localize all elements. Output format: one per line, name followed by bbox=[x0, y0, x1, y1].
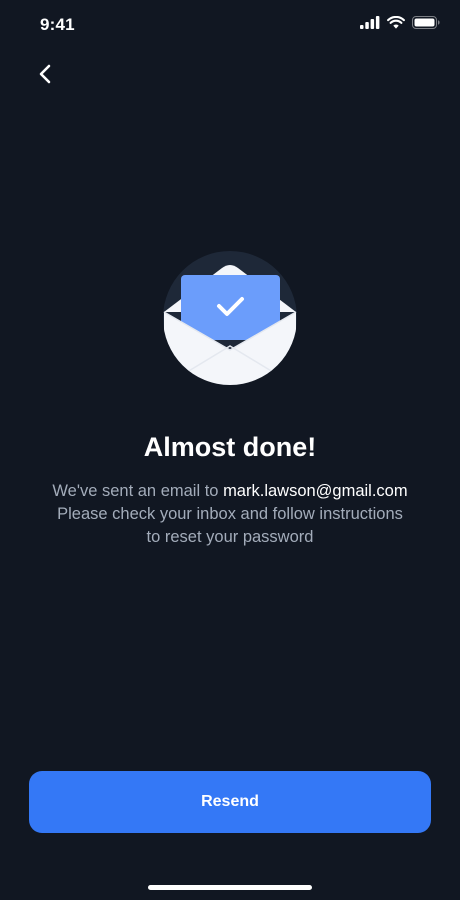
email-address: mark.lawson@gmail.com bbox=[223, 482, 408, 500]
status-bar: 9:41 bbox=[0, 0, 460, 50]
message-line-1: We've sent an email to mark.lawson@gmail… bbox=[20, 480, 440, 503]
confirmation-message: We've sent an email to mark.lawson@gmail… bbox=[20, 480, 440, 549]
message-line-3: to reset your password bbox=[146, 528, 314, 546]
cellular-signal-icon bbox=[360, 16, 380, 34]
status-time: 9:41 bbox=[40, 15, 75, 34]
battery-icon bbox=[412, 16, 440, 34]
page-title: Almost done! bbox=[143, 432, 317, 462]
status-icons bbox=[360, 15, 440, 34]
wifi-icon bbox=[387, 15, 405, 34]
message-line-2: Please check your inbox and follow instr… bbox=[57, 505, 403, 523]
message-prefix: We've sent an email to bbox=[52, 482, 224, 500]
resend-button[interactable]: Resend bbox=[29, 771, 431, 833]
chevron-left-icon bbox=[38, 64, 52, 89]
home-indicator bbox=[148, 885, 312, 890]
back-button[interactable] bbox=[28, 60, 62, 92]
email-illustration bbox=[146, 234, 314, 386]
envelope-check-icon bbox=[146, 251, 314, 390]
